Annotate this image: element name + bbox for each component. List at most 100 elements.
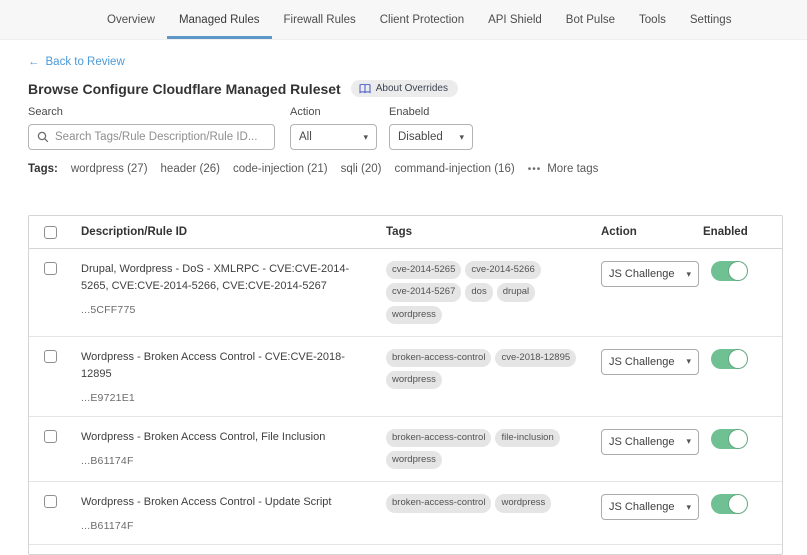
tag-link-header-26[interactable]: header (26): [161, 163, 220, 175]
tag-pill: file-inclusion: [495, 429, 559, 447]
action-select-value: JS Challenge: [609, 356, 674, 368]
enabled-toggle[interactable]: [711, 349, 748, 369]
row-enabled-cell: [703, 261, 782, 324]
table-row: Drupal, Wordpress - DoS - XMLRPC - CVE:C…: [29, 249, 782, 337]
tag-pill: cve-2014-5267: [386, 283, 461, 301]
enabled-filter: Enabeld Disabled ▾: [389, 106, 473, 150]
tab-bot-pulse[interactable]: Bot Pulse: [554, 0, 627, 39]
tag-link-sqli-20[interactable]: sqli (20): [341, 163, 382, 175]
tab-label: Managed Rules: [179, 14, 260, 26]
enabled-toggle[interactable]: [711, 429, 748, 449]
tag-pill: wordpress: [386, 306, 442, 324]
tag-link-command-injection-16[interactable]: command-injection (16): [395, 163, 515, 175]
about-overrides-badge[interactable]: About Overrides: [351, 80, 458, 97]
tab-managed-rules[interactable]: Managed Rules: [167, 0, 272, 39]
tab-label: API Shield: [488, 14, 542, 26]
enabled-label: Enabeld: [389, 106, 473, 118]
tag-pill: wordpress: [386, 451, 442, 469]
tab-firewall-rules[interactable]: Firewall Rules: [272, 0, 368, 39]
more-tags-label: More tags: [547, 163, 598, 175]
tag-pill: cve-2014-5265: [386, 261, 461, 279]
row-description-cell: Wordpress - Broken Access Control - Upda…: [81, 494, 386, 532]
row-tags-cell: broken-access-controlfile-inclusionwordp…: [386, 429, 601, 470]
toggle-knob: [729, 430, 747, 448]
action-select[interactable]: JS Challenge ▾: [601, 261, 699, 287]
table-row: Wordpress - Broken Access Control - CVE:…: [29, 337, 782, 417]
row-enabled-cell: [703, 429, 782, 470]
caret-down-icon: ▾: [459, 133, 464, 142]
rules-table-body: Drupal, Wordpress - DoS - XMLRPC - CVE:C…: [29, 249, 782, 545]
tag-link-code-injection-21[interactable]: code-injection (21): [233, 163, 328, 175]
tag-link-wordpress-27[interactable]: wordpress (27): [71, 163, 148, 175]
book-icon: [359, 84, 371, 94]
enabled-toggle[interactable]: [711, 261, 748, 281]
search-filter: Search: [28, 106, 275, 150]
rule-id: ...E9721E1: [81, 392, 371, 404]
tab-tools[interactable]: Tools: [627, 0, 678, 39]
row-description-cell: Wordpress - Broken Access Control, File …: [81, 429, 386, 470]
header-action: Action: [601, 226, 703, 238]
search-icon: [37, 131, 49, 143]
rule-description: Wordpress - Broken Access Control - Upda…: [81, 494, 371, 511]
row-tags-cell: broken-access-controlcve-2018-12895wordp…: [386, 349, 601, 404]
header-enabled: Enabled: [703, 226, 782, 238]
row-checkbox[interactable]: [44, 262, 57, 275]
search-box[interactable]: [28, 124, 275, 150]
tag-pill: broken-access-control: [386, 349, 491, 367]
row-description-cell: Drupal, Wordpress - DoS - XMLRPC - CVE:C…: [81, 261, 386, 324]
header-description: Description/Rule ID: [81, 226, 386, 238]
row-tags-cell: cve-2014-5265cve-2014-5266cve-2014-5267d…: [386, 261, 601, 324]
tab-settings-label: Settings: [690, 14, 732, 26]
enabled-filter-value: Disabled: [398, 131, 443, 143]
tag-pill: broken-access-control: [386, 494, 491, 512]
tab-settings[interactable]: Settings: [678, 0, 744, 39]
enabled-toggle[interactable]: [711, 494, 748, 514]
enabled-filter-select[interactable]: Disabled ▾: [389, 124, 473, 150]
search-input[interactable]: [55, 131, 266, 143]
ellipsis-icon: •••: [528, 164, 542, 175]
action-select[interactable]: JS Challenge ▾: [601, 494, 699, 520]
rule-id: ...5CFF775: [81, 304, 371, 316]
row-action-cell: JS Challenge ▾: [601, 261, 703, 324]
title-row: Browse Configure Cloudflare Managed Rule…: [28, 80, 458, 97]
row-checkbox[interactable]: [44, 495, 57, 508]
tab-client-protection[interactable]: Client Protection: [368, 0, 476, 39]
row-checkbox-cell: [29, 494, 81, 532]
table-header-row: Description/Rule ID Tags Action Enabled: [29, 216, 782, 249]
action-select[interactable]: JS Challenge ▾: [601, 349, 699, 375]
action-select[interactable]: JS Challenge ▾: [601, 429, 699, 455]
action-filter-select[interactable]: All ▾: [290, 124, 377, 150]
tab-overview[interactable]: Overview: [95, 0, 167, 39]
tag-pill: wordpress: [495, 494, 551, 512]
back-to-review-link[interactable]: ← Back to Review: [28, 56, 125, 68]
row-checkbox[interactable]: [44, 350, 57, 363]
tab-label: Tools: [639, 14, 666, 26]
action-select-value: JS Challenge: [609, 436, 674, 448]
filters-row: Search Action All ▾ Enabeld Disabled ▾: [28, 106, 473, 150]
row-checkbox-cell: [29, 261, 81, 324]
select-all-checkbox[interactable]: [44, 226, 57, 239]
nav-tabs: Overview Managed Rules Firewall Rules Clien…: [95, 0, 678, 39]
caret-down-icon: ▾: [686, 270, 691, 279]
row-checkbox-cell: [29, 429, 81, 470]
rule-description: Wordpress - Broken Access Control - CVE:…: [81, 349, 371, 383]
row-checkbox[interactable]: [44, 430, 57, 443]
tag-pill: cve-2014-5266: [465, 261, 540, 279]
tags-bar: Tags: wordpress (27)header (26)code-inje…: [28, 163, 598, 175]
more-tags-link[interactable]: ••• More tags: [528, 163, 599, 175]
row-checkbox-cell: [29, 349, 81, 404]
tag-links: wordpress (27) header (26) code-injection …: [71, 163, 515, 175]
action-select-value: JS Challenge: [609, 268, 674, 280]
tab-api-shield[interactable]: API Shield: [476, 0, 554, 39]
row-enabled-cell: [703, 494, 782, 532]
tab-label: Firewall Rules: [284, 14, 356, 26]
row-tags: cve-2014-5265cve-2014-5266cve-2014-5267d…: [386, 261, 591, 324]
row-tags-cell: broken-access-controlwordpress: [386, 494, 601, 532]
tab-label: Client Protection: [380, 14, 464, 26]
top-nav: Overview Managed Rules Firewall Rules Clien…: [0, 0, 807, 40]
tag-pill: cve-2018-12895: [495, 349, 576, 367]
action-filter-value: All: [299, 131, 312, 143]
row-action-cell: JS Challenge ▾: [601, 429, 703, 470]
table-row: Wordpress - Broken Access Control - Upda…: [29, 482, 782, 545]
tag-pill: dos: [465, 283, 492, 301]
